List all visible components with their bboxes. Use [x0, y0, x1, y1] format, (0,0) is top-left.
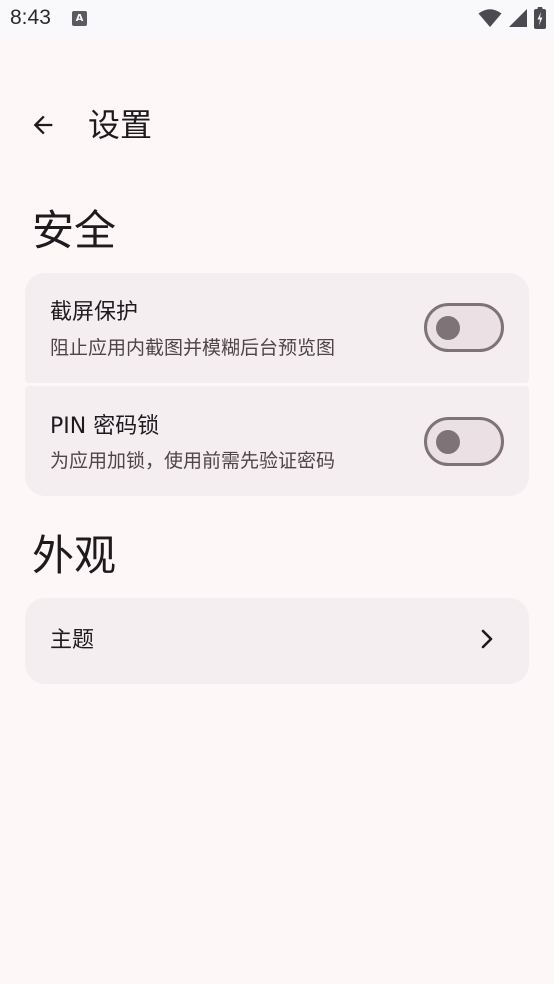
chevron-right-icon: [481, 629, 493, 649]
switch-thumb: [436, 430, 460, 454]
back-button[interactable]: [20, 102, 66, 148]
notification-icon: A: [72, 11, 87, 26]
setting-title: 主题: [50, 628, 95, 653]
setting-row-screenshot-protection[interactable]: 截屏保护 阻止应用内截图并模糊后台预览图: [25, 273, 529, 383]
top-app-bar: 设置: [0, 90, 554, 160]
switch-thumb: [436, 316, 460, 340]
arrow-back-icon: [33, 115, 53, 135]
setting-row-pin-lock[interactable]: PIN 密码锁 为应用加锁，使用前需先验证密码: [25, 386, 529, 496]
status-time: 8:43: [10, 6, 51, 29]
setting-title: PIN 密码锁: [50, 414, 160, 439]
screenshot-protection-switch[interactable]: [424, 303, 504, 352]
wifi-icon: [478, 9, 502, 27]
status-icons: [478, 7, 546, 29]
signal-icon: [509, 9, 527, 27]
setting-row-theme[interactable]: 主题: [25, 598, 529, 684]
status-bar: 8:43 A: [0, 0, 554, 38]
section-heading-security: 安全: [32, 206, 117, 255]
setting-subtitle: 为应用加锁，使用前需先验证密码: [50, 450, 336, 472]
section-heading-appearance: 外观: [32, 531, 117, 580]
setting-title: 截屏保护: [50, 300, 139, 325]
battery-charging-icon: [534, 7, 546, 29]
pin-lock-switch[interactable]: [424, 417, 504, 466]
security-settings-group: 截屏保护 阻止应用内截图并模糊后台预览图 PIN 密码锁 为应用加锁，使用前需先…: [25, 273, 529, 496]
appearance-settings-group: 主题: [25, 598, 529, 684]
page-title: 设置: [88, 106, 153, 144]
setting-subtitle: 阻止应用内截图并模糊后台预览图: [50, 337, 336, 359]
